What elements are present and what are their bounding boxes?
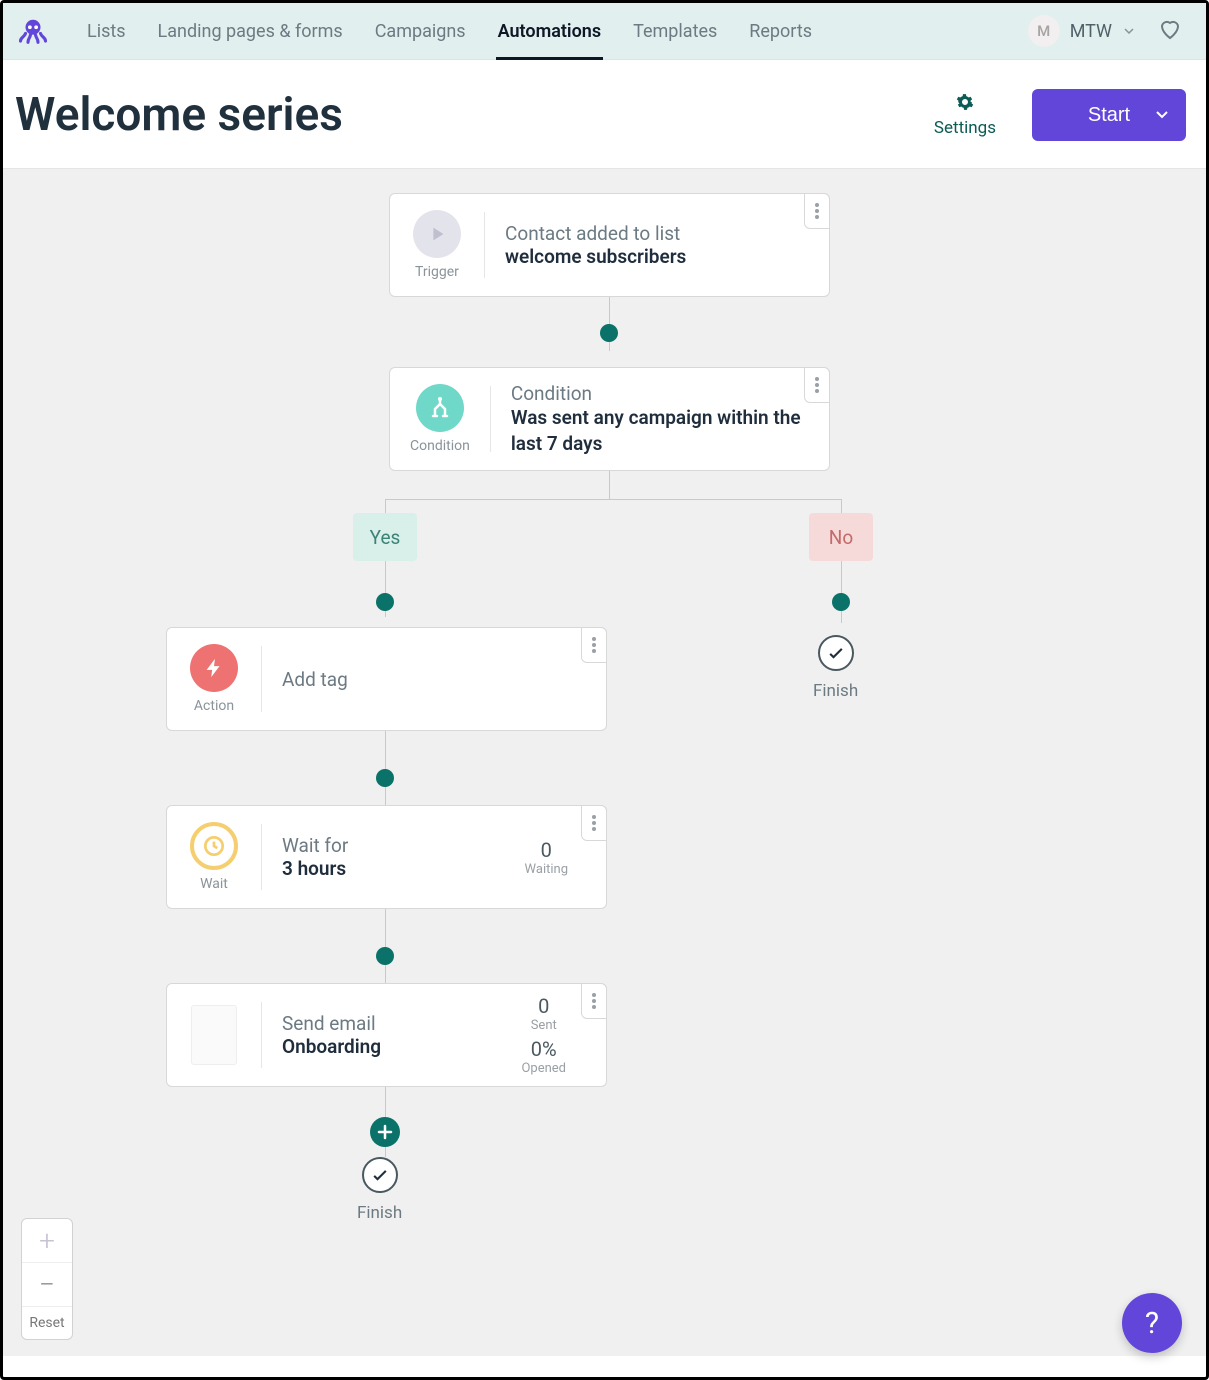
action-more-button[interactable]	[581, 627, 607, 663]
page-header: Welcome series Settings Start	[3, 60, 1206, 169]
nav-templates[interactable]: Templates	[617, 3, 733, 60]
connector	[385, 731, 386, 805]
branch-yes: Yes	[353, 513, 417, 561]
user-menu[interactable]: M MTW	[1028, 15, 1134, 47]
wait-line2: 3 hours	[282, 857, 513, 880]
octopus-icon	[18, 16, 48, 46]
connector	[841, 561, 842, 623]
connector	[609, 471, 610, 499]
add-step-dot[interactable]	[600, 324, 618, 342]
email-more-button[interactable]	[581, 983, 607, 1019]
email-open-label: Opened	[521, 1061, 566, 1076]
nav-reports[interactable]: Reports	[733, 3, 828, 60]
user-name: MTW	[1070, 21, 1112, 42]
zoom-reset-button[interactable]: Reset	[22, 1307, 72, 1339]
gear-icon	[956, 93, 974, 116]
dots-vertical-icon	[592, 993, 596, 1009]
condition-line2: Was sent any campaign within the last 7 …	[511, 405, 809, 456]
condition-more-button[interactable]	[804, 367, 830, 403]
flow-canvas[interactable]: Trigger Contact added to list welcome su…	[3, 169, 1206, 1356]
email-thumbnail-icon	[191, 1005, 237, 1065]
zoom-out-button[interactable]: −	[22, 1263, 72, 1307]
chevron-down-icon	[1124, 28, 1134, 34]
email-open-num: 0%	[521, 1037, 566, 1061]
nav-landing-pages[interactable]: Landing pages & forms	[142, 3, 359, 60]
connector	[385, 909, 386, 983]
email-node[interactable]: Send email Onboarding 0 Sent 0% Opened	[166, 983, 607, 1087]
page-title: Welcome series	[15, 88, 343, 142]
condition-type-label: Condition	[410, 438, 470, 454]
action-node[interactable]: Action Add tag	[166, 627, 607, 731]
nav-items: Lists Landing pages & forms Campaigns Au…	[71, 3, 828, 60]
trigger-more-button[interactable]	[804, 193, 830, 229]
zoom-in-button[interactable]: +	[22, 1219, 72, 1263]
dots-vertical-icon	[815, 377, 819, 393]
branch-no: No	[809, 513, 873, 561]
email-sent-num: 0	[521, 994, 566, 1018]
add-step-plus[interactable]	[370, 1117, 400, 1147]
condition-node[interactable]: Condition Condition Was sent any campaig…	[389, 367, 830, 471]
nav-campaigns[interactable]: Campaigns	[359, 3, 482, 60]
email-line2: Onboarding	[282, 1035, 509, 1058]
dots-vertical-icon	[592, 815, 596, 831]
wait-type-label: Wait	[200, 876, 228, 892]
settings-button[interactable]: Settings	[934, 93, 996, 138]
clock-icon	[190, 822, 238, 870]
add-step-dot[interactable]	[376, 769, 394, 787]
avatar: M	[1028, 15, 1060, 47]
play-icon	[413, 210, 461, 258]
trigger-line2: welcome subscribers	[505, 245, 809, 268]
action-line1: Add tag	[282, 668, 586, 691]
add-step-dot[interactable]	[832, 593, 850, 611]
email-line1: Send email	[282, 1012, 509, 1035]
finish-label: Finish	[357, 1203, 402, 1223]
plus-icon	[377, 1124, 393, 1140]
add-step-dot[interactable]	[376, 947, 394, 965]
nav-lists[interactable]: Lists	[71, 3, 142, 60]
top-nav: Lists Landing pages & forms Campaigns Au…	[3, 3, 1206, 60]
trigger-node[interactable]: Trigger Contact added to list welcome su…	[389, 193, 830, 297]
finish-label: Finish	[813, 681, 858, 701]
wait-more-button[interactable]	[581, 805, 607, 841]
dots-vertical-icon	[592, 637, 596, 653]
wait-node[interactable]: Wait Wait for 3 hours 0 Waiting	[166, 805, 607, 909]
check-icon	[362, 1157, 398, 1193]
finish-node-right: Finish	[813, 635, 858, 701]
branch-icon	[416, 384, 464, 432]
trigger-type-label: Trigger	[415, 264, 459, 280]
start-button[interactable]: Start	[1032, 89, 1186, 141]
help-button[interactable]: ?	[1122, 1293, 1182, 1353]
email-sent-label: Sent	[521, 1018, 566, 1033]
lightning-icon	[190, 644, 238, 692]
trigger-line1: Contact added to list	[505, 222, 809, 245]
zoom-controls: + − Reset	[21, 1218, 73, 1340]
connector	[841, 499, 842, 513]
wait-stat-num: 0	[525, 838, 568, 862]
condition-line1: Condition	[511, 382, 809, 405]
check-icon	[818, 635, 854, 671]
add-step-dot[interactable]	[376, 593, 394, 611]
wait-stat-label: Waiting	[525, 862, 568, 877]
finish-node-left: Finish	[357, 1157, 402, 1223]
wait-line1: Wait for	[282, 834, 513, 857]
favorite-icon[interactable]	[1158, 17, 1182, 45]
start-label: Start	[1088, 104, 1130, 127]
dots-vertical-icon	[815, 203, 819, 219]
settings-label: Settings	[934, 118, 996, 138]
nav-automations[interactable]: Automations	[482, 3, 618, 60]
app-logo[interactable]	[15, 13, 51, 49]
dropdown-caret-icon	[1156, 111, 1168, 119]
action-type-label: Action	[194, 698, 234, 714]
connector	[385, 499, 841, 500]
connector	[385, 499, 386, 513]
